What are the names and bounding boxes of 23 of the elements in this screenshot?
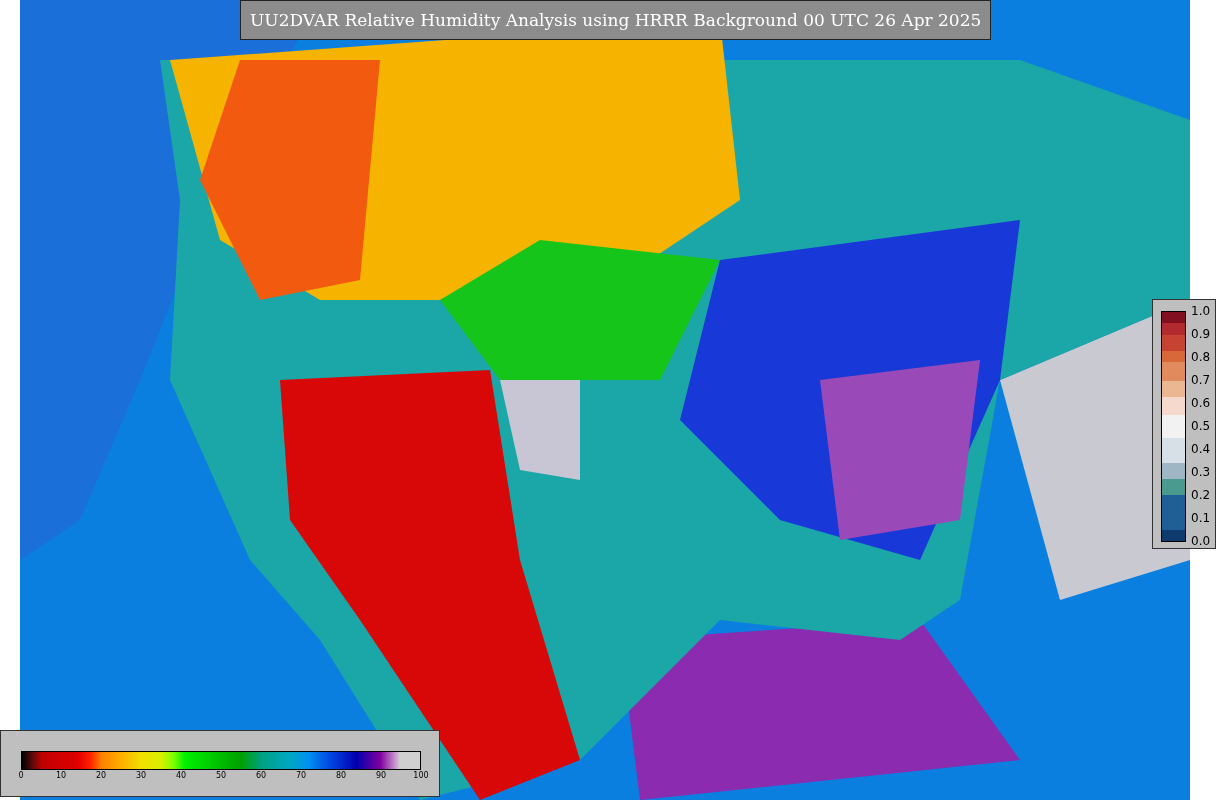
tick-label: 60 [254,770,268,782]
tick-label: 0.4 [1191,440,1211,458]
tick-label: 80 [334,770,348,782]
tick-label: 100 [412,770,430,782]
tick-label: 0.3 [1191,463,1211,481]
chart-title: UU2DVAR Relative Humidity Analysis using HRRR Background 00 UTC 26 Apr 2025 [240,0,992,40]
tick-label: 0.0 [1191,532,1211,550]
tick-label: 0 [17,770,25,782]
tick-label: 90 [374,770,388,782]
tick-label: 40 [174,770,188,782]
tick-label: 0.7 [1191,371,1211,389]
tick-label: 20 [94,770,108,782]
tick-label: 0.8 [1191,348,1211,366]
tick-label: 0.5 [1191,417,1211,435]
tick-label: 70 [294,770,308,782]
tick-label: 1.0 [1191,302,1211,320]
tick-label: 50 [214,770,228,782]
tick-label: 0.9 [1191,325,1211,343]
tick-label: 0.1 [1191,509,1211,527]
tick-label: 30 [134,770,148,782]
tick-label: 0.6 [1191,394,1211,412]
tick-label: 10 [54,770,68,782]
tick-label: 0.2 [1191,486,1211,504]
